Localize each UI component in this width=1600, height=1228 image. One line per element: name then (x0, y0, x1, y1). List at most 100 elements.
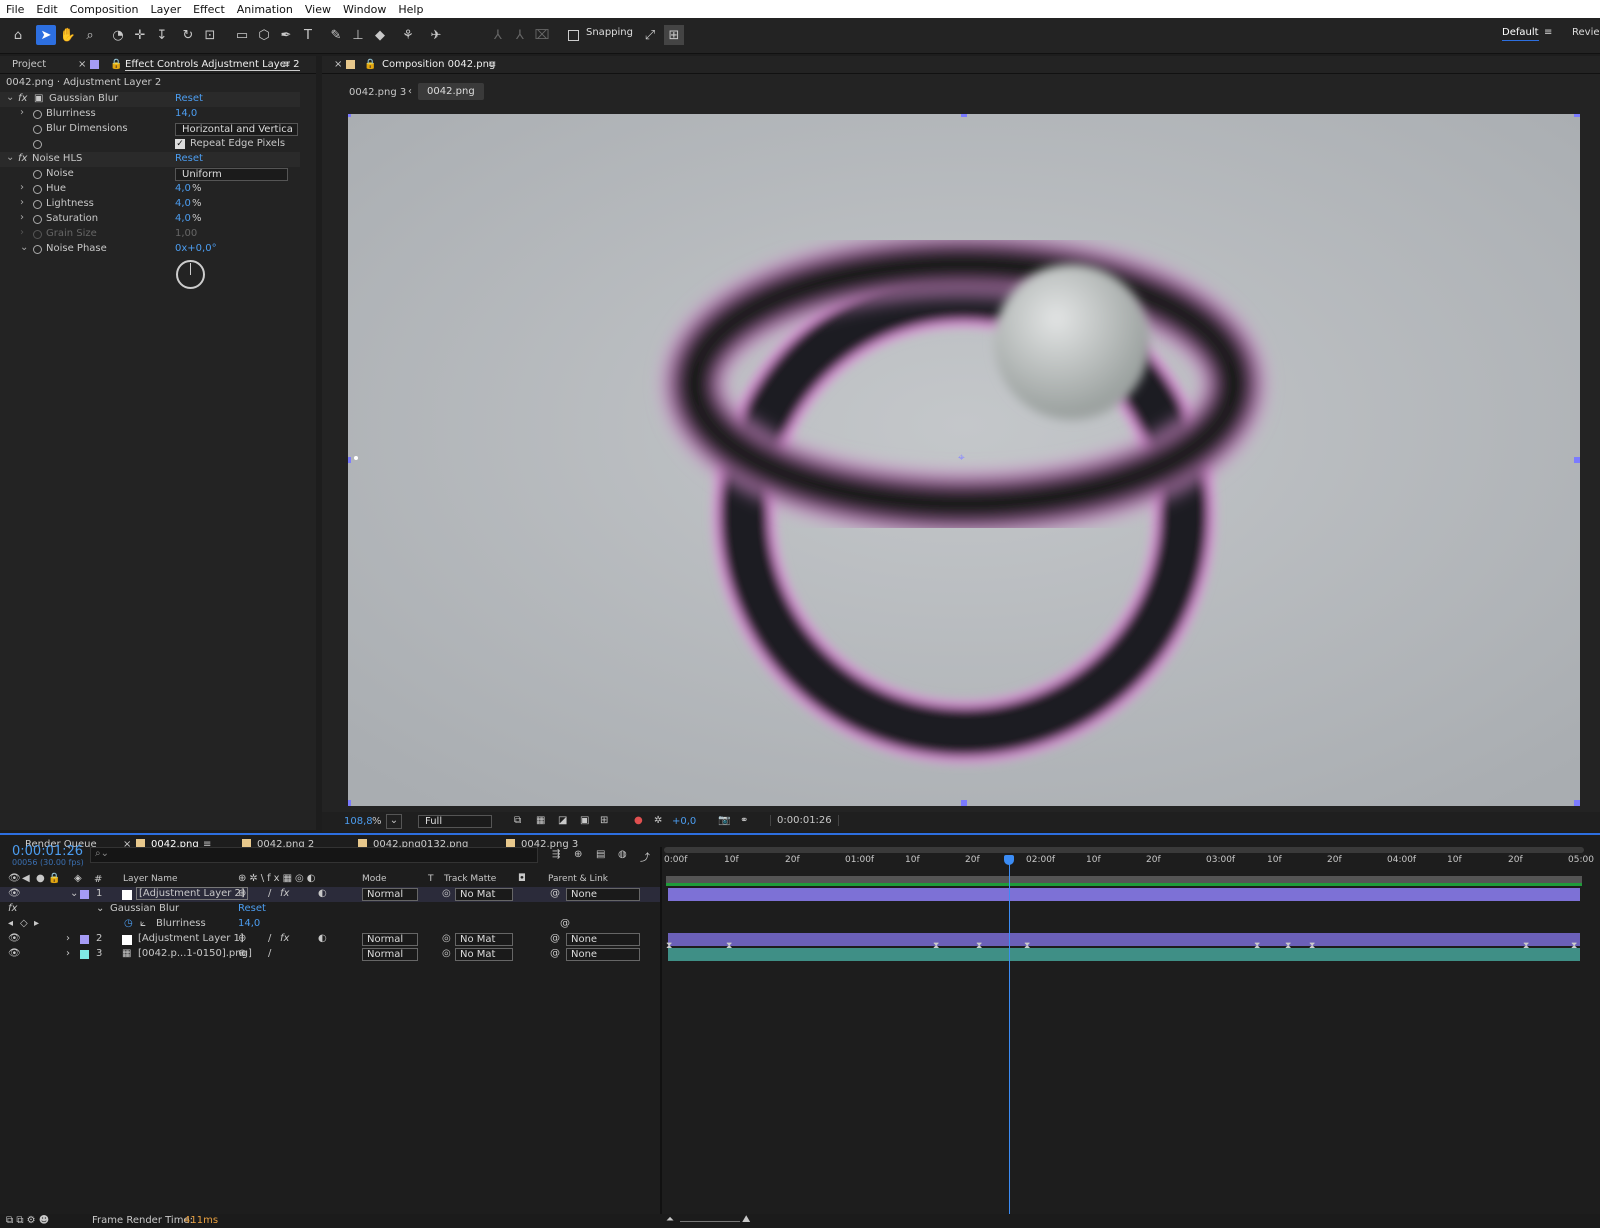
graph-icon[interactable]: ⟀ (140, 918, 146, 929)
eye-icon[interactable]: 👁 (8, 933, 21, 944)
zoom-value[interactable]: 108,8 (344, 816, 373, 827)
chevron-down-icon[interactable]: ⌄ (6, 92, 14, 103)
track-matte-dropdown[interactable]: No Mat (455, 948, 513, 961)
time-ruler[interactable]: 0:00f 10f 20f 01:00f 10f 20f 02:00f 10f 20f 03:00… (664, 853, 1594, 869)
repeat-edge-checkbox[interactable]: ✓ (175, 139, 185, 149)
draft-3d-icon[interactable]: ⊕ (574, 849, 582, 860)
layer-row-2[interactable]: 👁 › 2 [Adjustment Layer 1] ⊕ / fx ◐ Norm… (0, 932, 660, 947)
keyframe-icon[interactable]: ⧗ (1254, 941, 1260, 951)
dolly-tool-icon[interactable]: ↧ (152, 25, 172, 45)
current-timecode[interactable]: 0:00:01:26 (12, 844, 83, 859)
stopwatch-icon[interactable] (33, 200, 42, 209)
viewer-timecode[interactable]: 0:00:01:26 (770, 815, 839, 826)
eraser-tool-icon[interactable]: ◆ (370, 25, 390, 45)
blur-dimensions-dropdown[interactable]: Horizontal and Vertica (175, 123, 298, 136)
chevron-right-icon[interactable]: › (20, 197, 24, 208)
puppet-pin-icon[interactable]: ✈ (426, 25, 446, 45)
composition-mini-flowchart-icon[interactable]: ⇶ (552, 849, 560, 860)
snapping-checkbox[interactable] (568, 30, 579, 41)
reset-button[interactable]: Reset (175, 153, 203, 164)
snap-option-icon[interactable]: ⤢ (640, 25, 660, 45)
stopwatch-icon[interactable] (33, 245, 42, 254)
clone-stamp-icon[interactable]: ⊥ (348, 25, 368, 45)
chevron-right-icon[interactable]: › (20, 107, 24, 118)
param-value[interactable]: 14,0 (175, 108, 197, 119)
timeline-zoom-slider[interactable] (680, 1221, 740, 1222)
parent-dropdown[interactable]: None (566, 933, 640, 946)
stopwatch-icon[interactable] (33, 170, 42, 179)
selection-handle[interactable] (348, 457, 351, 463)
chevron-down-icon[interactable]: ⌄ (6, 152, 14, 163)
menu-file[interactable]: File (0, 3, 30, 16)
noise-phase-dial[interactable] (176, 260, 205, 289)
fx-icon[interactable]: fx (18, 93, 27, 104)
panel-menu-icon[interactable]: ≡ (488, 59, 496, 70)
param-value[interactable]: 0x+0,0° (175, 243, 217, 254)
workspace-default[interactable]: Default (1502, 27, 1539, 41)
fast-preview-icon[interactable]: ⧉ (514, 815, 521, 826)
tab-composition[interactable]: Composition 0042.png (382, 59, 495, 70)
resolution-dropdown[interactable]: Full (418, 815, 492, 828)
stopwatch-icon[interactable] (33, 140, 42, 149)
close-icon[interactable]: × (334, 59, 342, 70)
keyframe-icon[interactable]: ⧗ (976, 941, 982, 951)
menu-effect[interactable]: Effect (187, 3, 231, 16)
lock-icon[interactable]: 🔒 (110, 59, 122, 70)
keyframe-icon[interactable]: ⧗ (1285, 941, 1291, 951)
shy-switch-icon[interactable]: ⊕ (238, 948, 246, 959)
selection-handle[interactable] (348, 800, 351, 806)
menu-edit[interactable]: Edit (30, 3, 63, 16)
region-of-interest-icon[interactable]: ▣ (580, 815, 589, 826)
3d-shape-icon[interactable]: ⬡ (254, 25, 274, 45)
quality-switch-icon[interactable]: / (268, 888, 271, 899)
selection-handle[interactable] (1574, 800, 1580, 806)
frame-blending-icon[interactable]: ▤ (596, 849, 605, 860)
layer-label-color[interactable] (80, 935, 89, 944)
type-tool-icon[interactable]: T (298, 25, 318, 45)
snap-grid-icon[interactable]: ⊞ (664, 25, 684, 45)
color-channels-icon[interactable]: ● (634, 815, 643, 826)
stopwatch-icon[interactable] (33, 185, 42, 194)
breadcrumb-comp-3[interactable]: 0042.png 3 (349, 87, 406, 98)
stopwatch-icon[interactable]: ◷ (124, 918, 133, 929)
lock-icon[interactable]: 🔒 (364, 59, 376, 70)
param-value[interactable]: 4,0 (175, 183, 191, 194)
chevron-right-icon[interactable]: › (20, 182, 24, 193)
chevron-down-icon[interactable]: ⌄ (96, 903, 104, 914)
layer-2-bar[interactable] (668, 933, 1580, 946)
matte-link-icon[interactable]: ◎ (442, 948, 451, 959)
menu-help[interactable]: Help (392, 3, 429, 16)
render-queue-icon[interactable]: ⧉ ⧉ ⚙ ☻ (6, 1215, 49, 1226)
selection-handle[interactable] (1574, 114, 1580, 117)
show-snapshot-icon[interactable]: ⚭ (740, 815, 748, 826)
tab-effect-controls[interactable]: Effect Controls Adjustment Layer 2 (125, 59, 300, 71)
panel-menu-icon[interactable]: ≡ (282, 59, 290, 70)
chevron-down-icon[interactable]: ⌄ (70, 888, 78, 899)
playhead-handle[interactable] (1004, 855, 1014, 865)
keyframe-icon[interactable]: ⧗ (1523, 941, 1529, 951)
home-icon[interactable]: ⌂ (8, 25, 28, 45)
snapshot-icon[interactable]: 📷 (718, 815, 730, 826)
param-value[interactable]: 4,0 (175, 198, 191, 209)
layer-search-input[interactable]: ⌕⌄ (90, 847, 538, 863)
menu-window[interactable]: Window (337, 3, 392, 16)
selection-handle[interactable] (348, 114, 351, 117)
chevron-right-icon[interactable]: › (66, 948, 70, 959)
adjustment-switch-icon[interactable]: ◐ (318, 933, 327, 944)
layer-name[interactable]: [0042.p...1-0150].png] (138, 948, 252, 959)
fx-icon[interactable]: fx (18, 153, 27, 164)
rotate-tool-icon[interactable]: ↻ (178, 25, 198, 45)
menu-animation[interactable]: Animation (231, 3, 299, 16)
keyframe-icon[interactable]: ⧗ (1571, 941, 1577, 951)
axis-world-icon[interactable]: ⅄ (510, 25, 530, 45)
fx-switch-icon[interactable]: fx (280, 933, 289, 944)
orbit-tool-icon[interactable]: ◔ (108, 25, 128, 45)
composition-viewer[interactable]: ⌖ (348, 114, 1580, 806)
stopwatch-icon[interactable] (33, 110, 42, 119)
noise-dropdown[interactable]: Uniform (175, 168, 288, 181)
track-matte-dropdown[interactable]: No Mat (455, 933, 513, 946)
matte-link-icon[interactable]: ◎ (442, 888, 451, 899)
zoom-in-icon[interactable]: ⛰ (742, 1214, 750, 1225)
guide-options-icon[interactable]: ⊞ (600, 815, 608, 826)
matte-link-icon[interactable]: ◎ (442, 933, 451, 944)
